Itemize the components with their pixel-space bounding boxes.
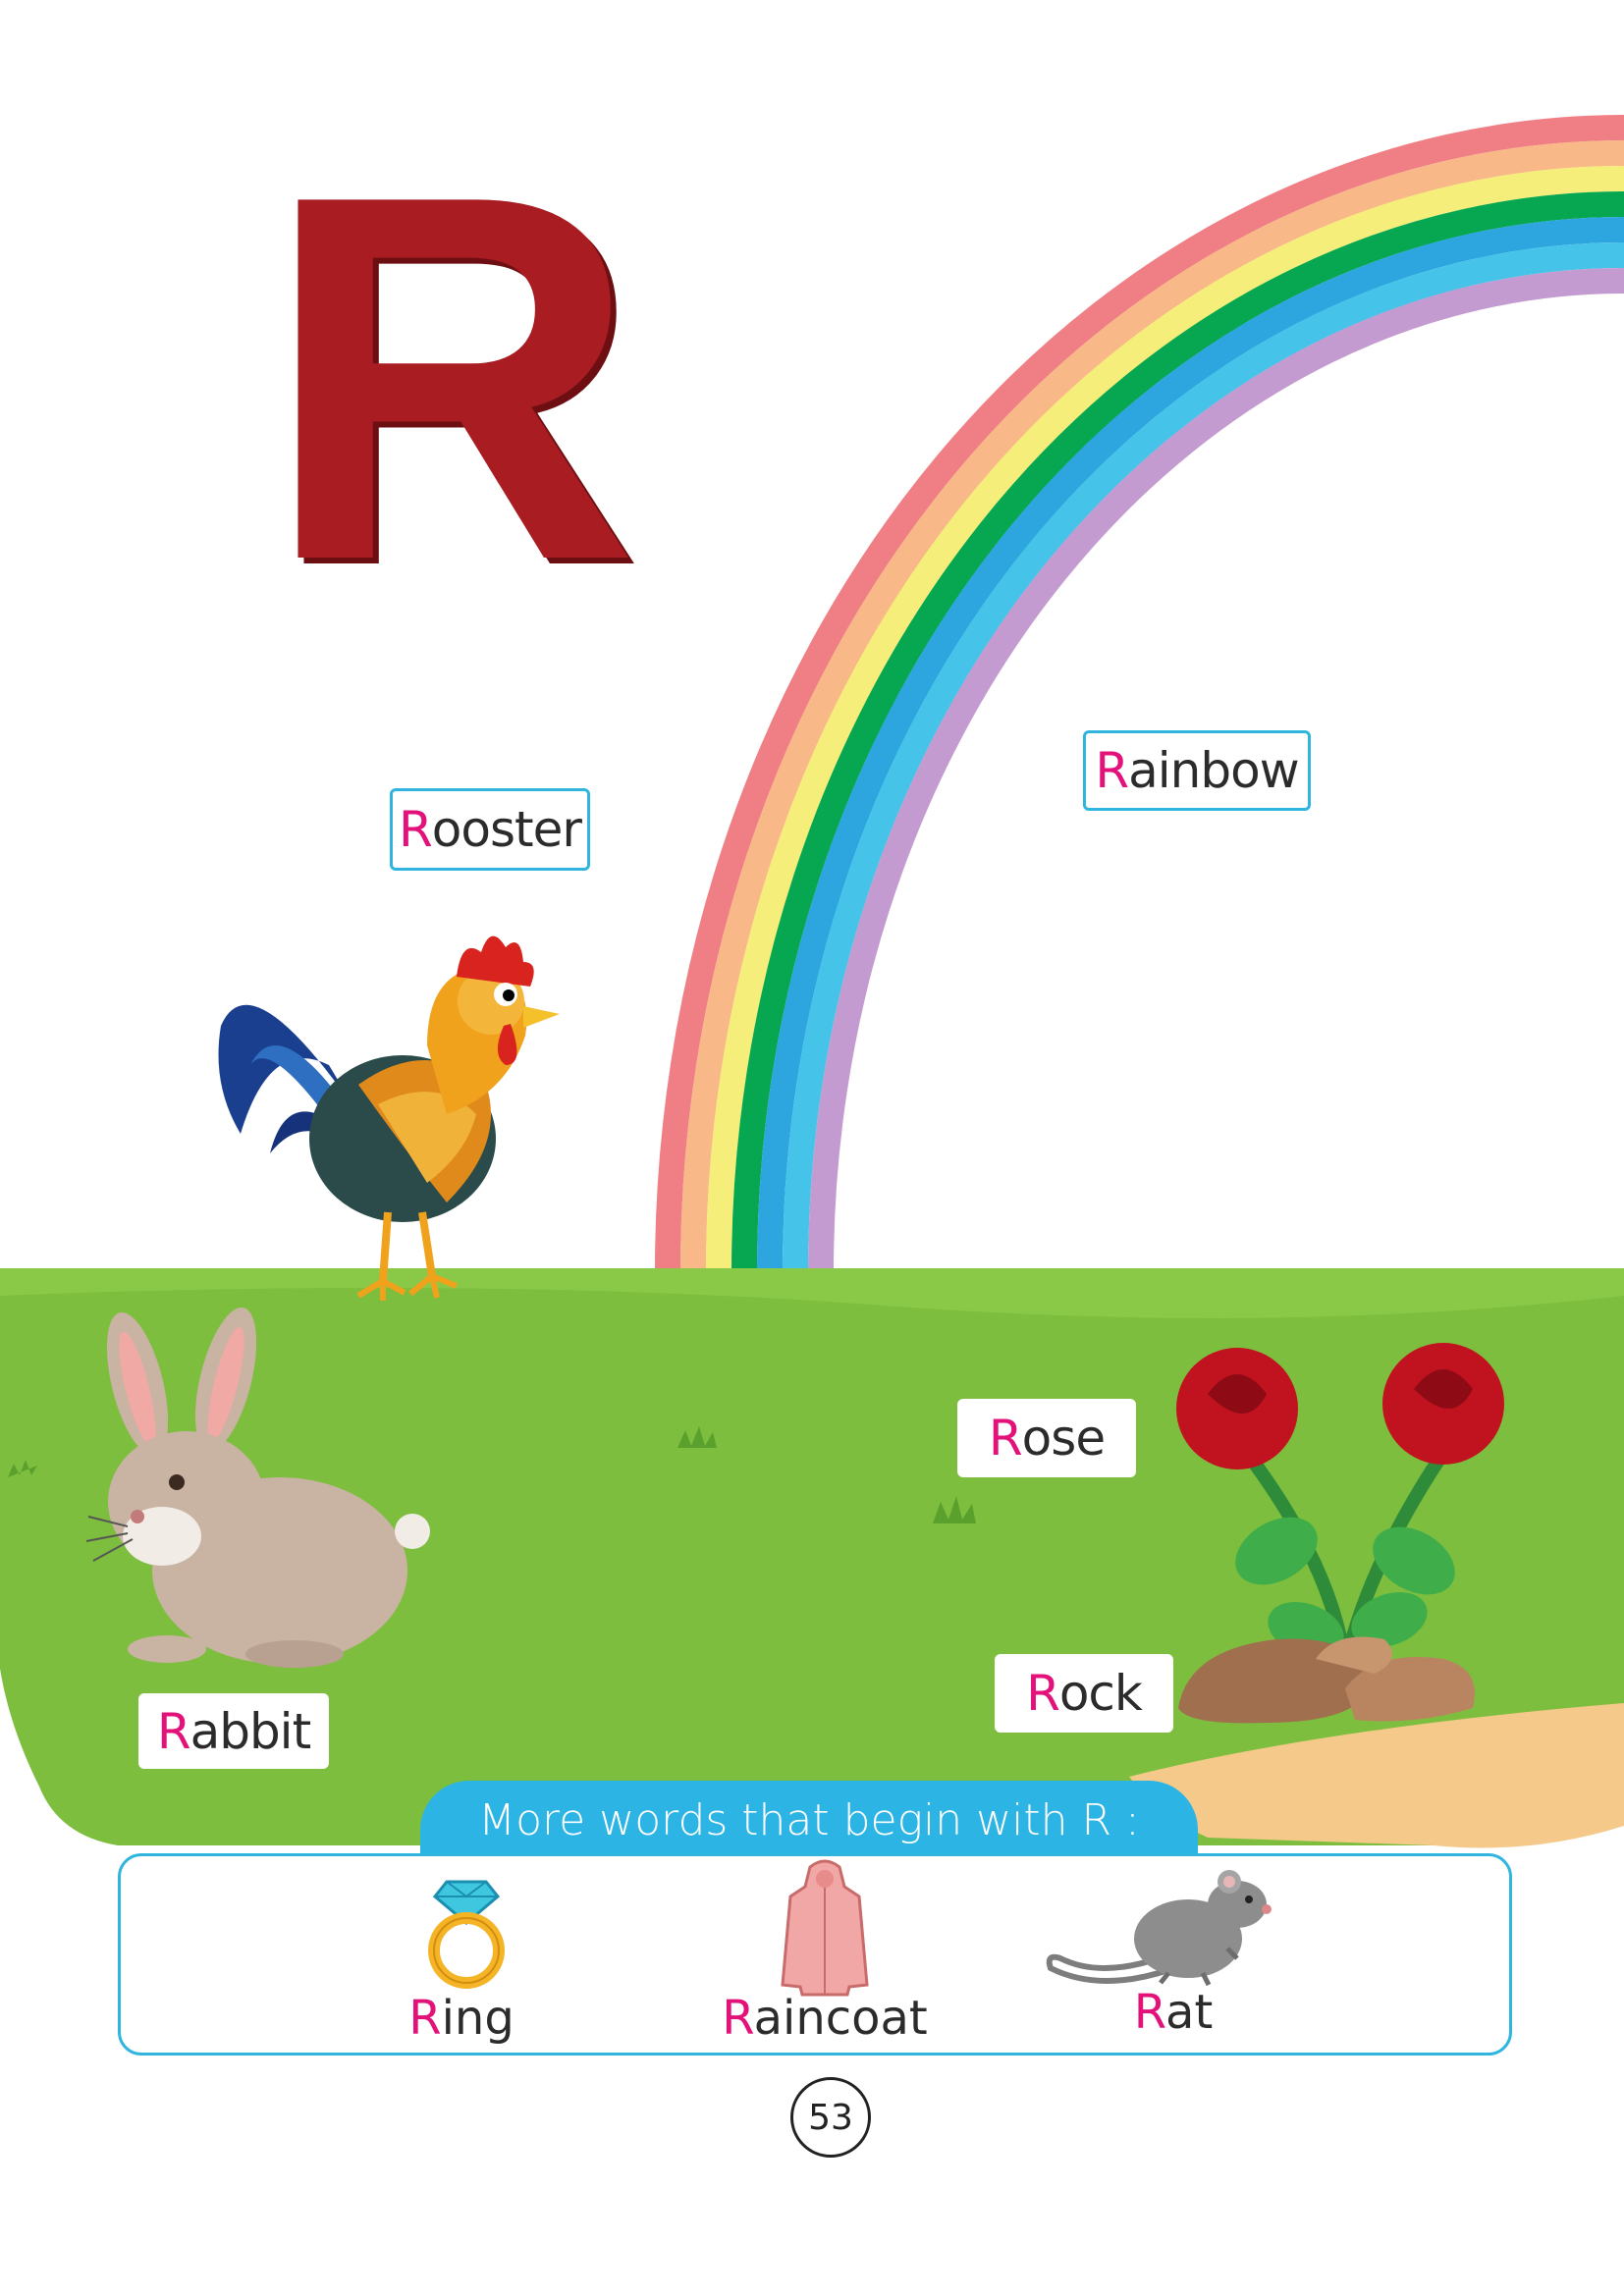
rat-icon <box>1046 1870 1272 1987</box>
word-initial: R <box>722 1991 754 2046</box>
label-rock: Rock <box>995 1654 1173 1733</box>
label-initial: R <box>156 1702 191 1760</box>
word-rest: at <box>1165 1985 1214 2040</box>
big-letter-r: R <box>263 87 639 668</box>
label-rest: ainbow <box>1128 742 1299 799</box>
label-rooster: Rooster <box>390 788 590 871</box>
rose-illustration <box>1176 1343 1504 1724</box>
word-initial: R <box>408 1991 442 2046</box>
rooster-illustration <box>218 935 560 1301</box>
raincoat-icon <box>781 1859 869 1997</box>
label-initial: R <box>399 801 433 858</box>
rainbow-illustration <box>655 115 1624 1272</box>
more-word-rat: Rat <box>1114 1985 1232 2040</box>
page-number: 53 <box>790 2077 871 2158</box>
word-rest: ing <box>441 1991 514 2046</box>
label-rest: ooster <box>431 801 582 858</box>
label-rainbow: Rainbow <box>1083 730 1311 811</box>
word-rest: aincoat <box>753 1991 928 2046</box>
label-initial: R <box>1095 742 1129 799</box>
label-rest: ose <box>1021 1410 1106 1467</box>
label-rest: abbit <box>189 1702 312 1760</box>
label-rose: Rose <box>957 1399 1136 1477</box>
word-initial: R <box>1133 1985 1166 2040</box>
more-word-raincoat: Raincoat <box>707 1991 943 2046</box>
more-word-ring: Ring <box>403 1991 520 2046</box>
rabbit-illustration <box>85 1307 430 1668</box>
label-rabbit: Rabbit <box>138 1693 329 1769</box>
ring-icon <box>428 1880 505 1989</box>
label-rest: ock <box>1058 1665 1143 1722</box>
more-words-heading: More words that begin with R : <box>420 1781 1198 1859</box>
label-initial: R <box>988 1410 1023 1467</box>
label-initial: R <box>1026 1665 1060 1722</box>
